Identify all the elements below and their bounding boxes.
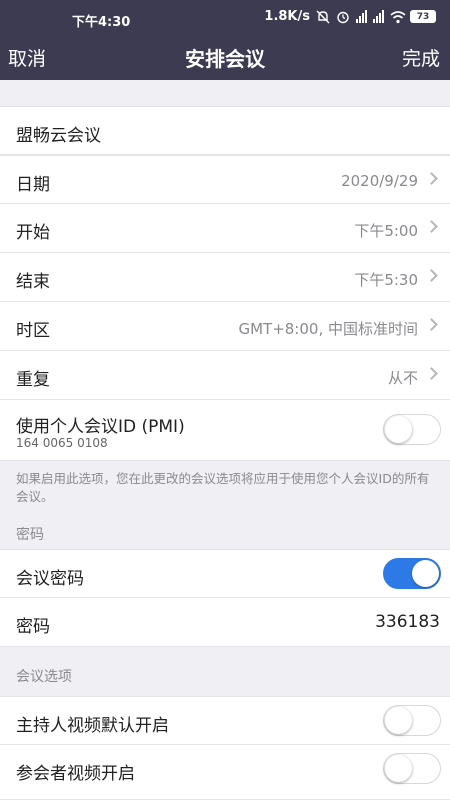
chevron-right-icon: [425, 269, 438, 282]
password-label: 密码: [16, 617, 50, 637]
date-row[interactable]: 日期 2020/9/29: [0, 155, 450, 204]
end-label: 结束: [16, 272, 50, 292]
host-video-row: 主持人视频默认开启: [0, 696, 450, 745]
meeting-password-row: 会议密码: [0, 549, 450, 598]
status-right: 1.8K/s 73: [264, 9, 436, 24]
host-video-toggle[interactable]: [383, 705, 441, 736]
timezone-row[interactable]: 时区 GMT+8:00, 中国标准时间: [0, 302, 450, 351]
date-value: 2020/9/29: [341, 172, 418, 190]
participant-video-toggle[interactable]: [383, 753, 441, 784]
end-value: 下午5:30: [354, 271, 418, 289]
pmi-label: 使用个人会议ID (PMI): [16, 417, 185, 437]
meeting-password-toggle[interactable]: [383, 558, 441, 589]
chevron-right-icon: [425, 367, 438, 380]
battery-icon: 73: [410, 10, 436, 23]
password-value: 336183: [375, 612, 440, 632]
meeting-topic-field[interactable]: 盟畅云会议: [0, 106, 450, 155]
alarm-icon: [336, 10, 350, 24]
start-value: 下午5:00: [354, 222, 418, 240]
signal-icon-1: [356, 10, 367, 23]
participant-video-label: 参会者视频开启: [16, 764, 135, 784]
password-row[interactable]: 密码 336183: [0, 598, 450, 647]
status-bar: 下午4:30 1.8K/s 73: [0, 0, 450, 34]
pmi-toggle[interactable]: [383, 414, 441, 445]
date-label: 日期: [16, 175, 50, 195]
end-row[interactable]: 结束 下午5:30: [0, 253, 450, 302]
network-speed: 1.8K/s: [264, 9, 310, 24]
timezone-label: 时区: [16, 321, 50, 341]
meeting-topic-text: 盟畅云会议: [16, 126, 101, 146]
page-title: 安排会议: [185, 47, 265, 71]
signal-icon-2: [373, 10, 384, 23]
repeat-label: 重复: [16, 370, 50, 390]
toggle-knob: [385, 707, 412, 734]
toggle-knob: [385, 755, 412, 782]
chevron-right-icon: [425, 172, 438, 185]
wifi-icon: [390, 10, 406, 24]
timezone-value: GMT+8:00, 中国标准时间: [238, 320, 418, 338]
pmi-note: 如果启用此选项，您在此更改的会议选项将应用于使用您个人会议ID的所有会议。: [16, 471, 430, 504]
password-section-header: 密码: [16, 527, 44, 543]
host-video-label: 主持人视频默认开启: [16, 716, 169, 736]
repeat-value: 从不: [387, 369, 418, 387]
participant-video-row: 参会者视频开启: [0, 745, 450, 800]
done-button[interactable]: 完成: [402, 44, 440, 71]
chevron-right-icon: [425, 318, 438, 331]
meeting-password-label: 会议密码: [16, 569, 84, 589]
status-time: 下午4:30: [72, 15, 131, 30]
start-label: 开始: [16, 223, 50, 243]
toggle-knob: [412, 560, 439, 587]
options-section-header: 会议选项: [16, 669, 72, 685]
top-header: 下午4:30 1.8K/s 73 取消 安排会议 完成: [0, 0, 450, 80]
repeat-row[interactable]: 重复 从不: [0, 351, 450, 400]
toggle-knob: [385, 416, 412, 443]
pmi-number: 164 0065 0108: [16, 436, 108, 450]
pmi-row: 使用个人会议ID (PMI) 164 0065 0108: [0, 400, 450, 461]
chevron-right-icon: [425, 220, 438, 233]
start-row[interactable]: 开始 下午5:00: [0, 204, 450, 253]
mute-bell-icon: [316, 10, 330, 24]
